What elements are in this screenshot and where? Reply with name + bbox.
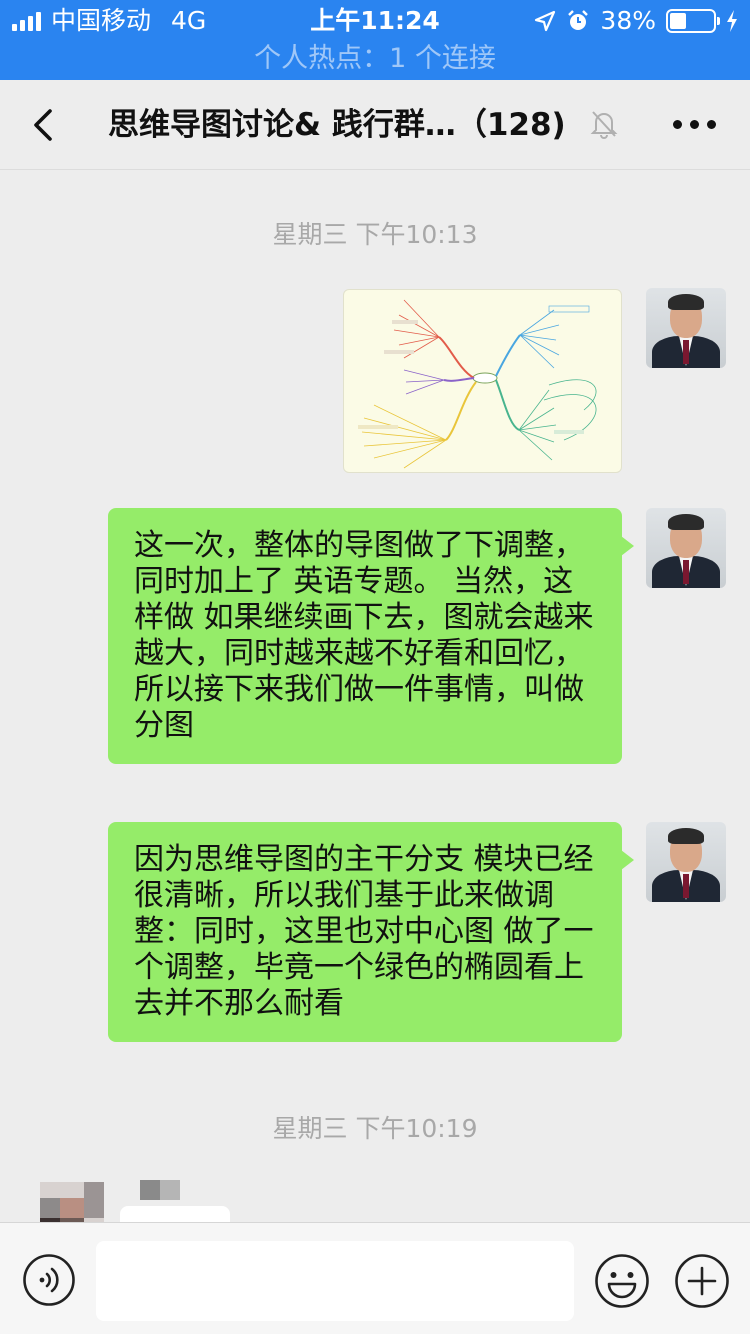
message-timestamp: 星期三 下午10:19 [272, 1114, 478, 1143]
voice-icon [23, 1254, 75, 1306]
message-timestamp: 星期三 下午10:13 [272, 220, 478, 249]
input-toolbar [0, 1222, 750, 1334]
hotspot-indicator[interactable]: 个人热点：1 个连接 [0, 42, 750, 76]
status-right: 38% [534, 6, 738, 36]
more-options-icon[interactable] [673, 120, 716, 129]
chat-title: 思维导图讨论& 践行群…（128) [108, 107, 566, 143]
smiley-face-icon [595, 1254, 649, 1308]
emoji-button[interactable] [594, 1253, 650, 1309]
sender-avatar[interactable] [646, 288, 726, 368]
message-input[interactable] [96, 1241, 574, 1321]
voice-input-button[interactable] [22, 1253, 76, 1307]
message-bubble[interactable]: 因为思维导图的主干分支 模块已经很清晰，所以我们基于此来做调整：同时，这里也对中… [108, 822, 634, 1042]
plus-icon [675, 1254, 729, 1308]
chat-header: 思维导图讨论& 践行群…（128) [0, 80, 750, 170]
sender-avatar[interactable] [646, 508, 726, 588]
mind-map-thumbnail [358, 299, 597, 469]
location-icon [534, 10, 556, 32]
battery-icon [666, 9, 720, 33]
other-sender-name-blurred [140, 1180, 180, 1200]
back-icon[interactable] [26, 105, 66, 145]
mute-bell-icon [590, 109, 618, 139]
message-bubble[interactable]: 这一次，整体的导图做了下调整，同时加上了 英语专题。 当然，这样做 如果继续画下… [108, 508, 634, 764]
message-text: 这一次，整体的导图做了下调整，同时加上了 英语专题。 当然，这样做 如果继续画下… [134, 528, 594, 743]
mind-map-image-message[interactable] [343, 289, 622, 473]
sender-avatar[interactable] [646, 822, 726, 902]
charging-icon [726, 10, 738, 32]
more-functions-button[interactable] [674, 1253, 730, 1309]
alarm-icon [566, 9, 590, 33]
status-bar: 中国移动 4G 上午11:24 38% 个人热点：1 个连接 [0, 0, 750, 80]
battery-percent: 38% [600, 6, 656, 35]
message-text: 因为思维导图的主干分支 模块已经很清晰，所以我们基于此来做调整：同时，这里也对中… [134, 842, 594, 1021]
